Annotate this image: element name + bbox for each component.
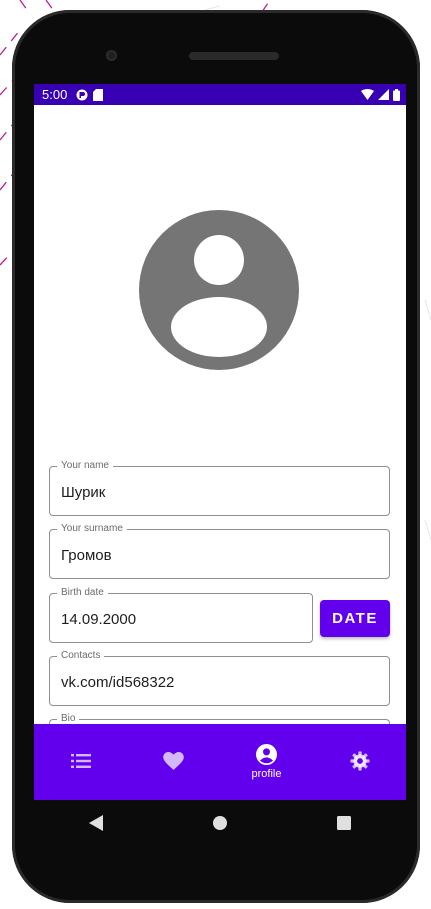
nav-item-favorites[interactable] [127,724,220,800]
status-time: 5:00 [42,87,68,102]
heart-icon [163,751,184,770]
birth-date-label: Birth date [57,587,108,599]
surname-label: Your surname [57,523,127,535]
profile-avatar-icon[interactable] [139,210,299,370]
play-protect-icon [76,89,88,100]
system-navigation-bar [34,800,406,846]
name-value: Шурик [61,484,106,501]
surname-field[interactable]: Your surname Громов [49,523,390,579]
nav-label-profile: profile [251,768,282,780]
bottom-navigation: profile [34,724,406,800]
nav-item-settings[interactable] [313,724,406,800]
back-icon[interactable] [89,815,103,831]
home-icon[interactable] [213,816,227,830]
contacts-value: vk.com/id568322 [61,674,175,691]
signal-icon [378,89,389,100]
name-label: Your name [57,460,113,472]
front-camera [106,50,117,61]
birth-date-value: 14.09.2000 [61,611,137,628]
earpiece-speaker [189,52,279,60]
name-field[interactable]: Your name Шурик [49,460,390,516]
account-circle-icon [256,744,277,765]
birth-date-field[interactable]: Birth date 14.09.2000 [49,587,313,643]
recents-icon[interactable] [337,816,351,830]
surname-value: Громов [61,547,112,564]
date-picker-button[interactable]: DATE [320,600,390,637]
gear-icon [349,750,370,771]
contacts-label: Contacts [57,650,105,662]
battery-icon [393,88,400,101]
nav-item-profile[interactable]: profile [220,724,313,800]
nav-item-list[interactable] [34,724,127,800]
app-screen: 5:00 Your name Шурик Your surname Громов… [34,84,406,800]
contacts-field[interactable]: Contacts vk.com/id568322 [49,650,390,706]
status-bar: 5:00 [34,84,406,105]
wifi-icon [361,89,374,100]
list-icon [70,753,91,768]
sd-card-icon [93,88,104,101]
